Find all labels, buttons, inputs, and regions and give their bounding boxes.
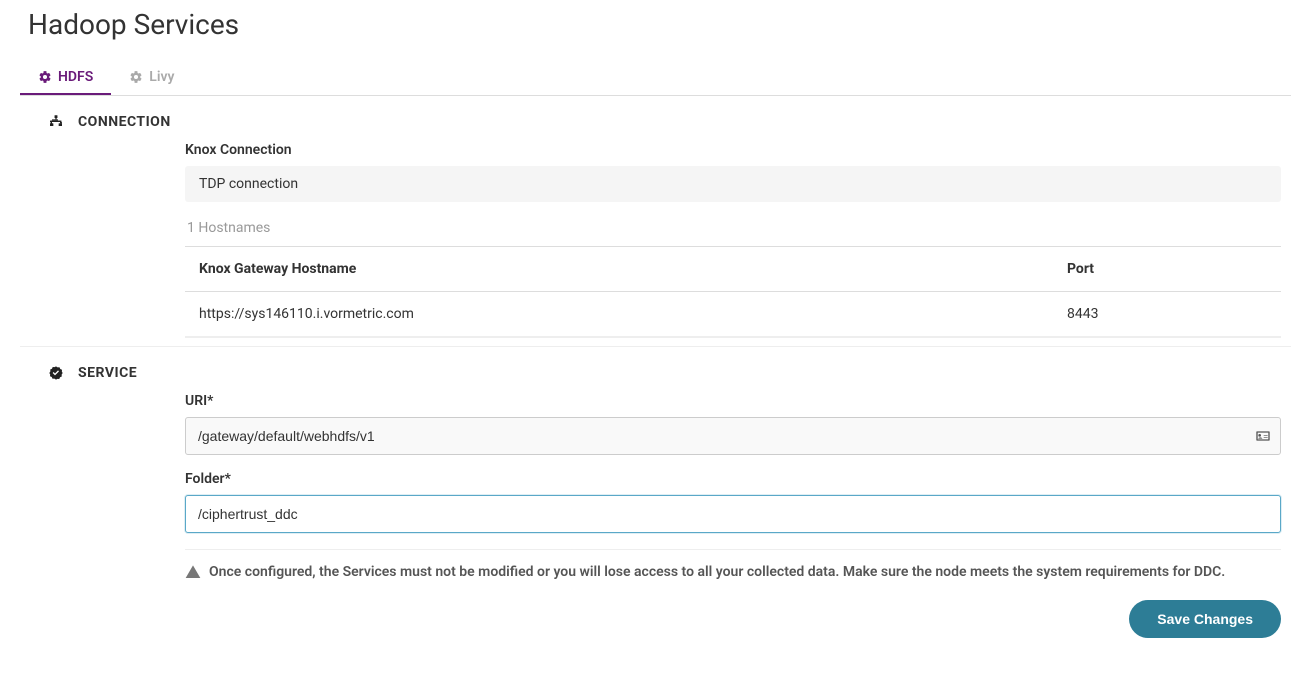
tab-label: Livy [149, 69, 174, 85]
folder-label: Folder* [185, 471, 1281, 487]
id-card-icon [1255, 428, 1271, 444]
uri-input[interactable] [185, 417, 1281, 455]
table-row: https://sys146110.i.vormetric.com 8443 [185, 292, 1281, 337]
tab-label: HDFS [58, 69, 93, 85]
col-port-header: Port [1067, 261, 1267, 277]
section-title: SERVICE [78, 365, 137, 381]
warning-message: Once configured, the Services must not b… [185, 549, 1281, 594]
gear-icon [38, 70, 52, 84]
connection-section-header: CONNECTION [20, 96, 1291, 142]
page-title: Hadoop Services [28, 8, 1291, 41]
port-cell: 8443 [1067, 306, 1267, 322]
save-changes-button[interactable]: Save Changes [1129, 600, 1281, 638]
check-badge-icon [48, 365, 64, 381]
knox-connection-value: TDP connection [185, 166, 1281, 202]
warning-text: Once configured, the Services must not b… [209, 564, 1225, 580]
section-title: CONNECTION [78, 114, 171, 130]
tab-hdfs[interactable]: HDFS [20, 61, 111, 95]
uri-label: URI* [185, 393, 1281, 409]
table-header: Knox Gateway Hostname Port [185, 247, 1281, 292]
hostnames-count: 1 Hostnames [185, 216, 1281, 246]
tab-livy[interactable]: Livy [111, 61, 192, 95]
folder-input[interactable] [185, 495, 1281, 533]
sitemap-icon [48, 114, 64, 130]
hostname-cell: https://sys146110.i.vormetric.com [199, 306, 1067, 322]
tabs-bar: HDFS Livy [20, 61, 1291, 96]
gear-icon [129, 70, 143, 84]
col-hostname-header: Knox Gateway Hostname [199, 261, 1067, 277]
warning-icon [185, 564, 201, 580]
knox-connection-label: Knox Connection [185, 142, 1281, 158]
hostnames-table: Knox Gateway Hostname Port https://sys14… [185, 246, 1281, 338]
service-section-header: SERVICE [20, 347, 1291, 393]
